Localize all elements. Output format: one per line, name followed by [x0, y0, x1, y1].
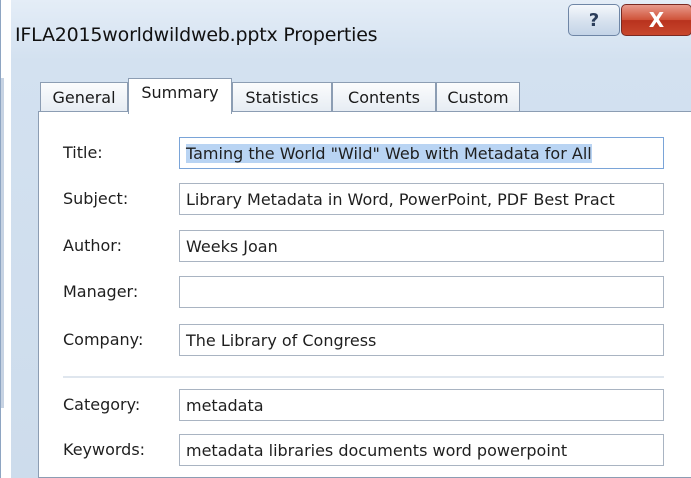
subject-row: Subject: Library Metadata in Word, Power…	[39, 183, 691, 215]
tab-summary[interactable]: Summary	[128, 78, 232, 114]
keywords-row: Keywords: metadata libraries documents w…	[39, 434, 691, 466]
help-button[interactable]: ?	[568, 4, 620, 36]
keywords-label: Keywords:	[63, 440, 146, 459]
author-row: Author: Weeks Joan	[39, 230, 691, 262]
window-title: IFLA2015worldwildweb.pptx Properties	[15, 24, 378, 46]
tab-general[interactable]: General	[40, 82, 128, 112]
category-label: Category:	[63, 395, 141, 414]
help-icon: ?	[588, 9, 600, 31]
title-row: Title: Taming the World "Wild" Web with …	[39, 137, 691, 169]
manager-row: Manager:	[39, 276, 691, 308]
manager-field[interactable]	[179, 276, 664, 308]
author-field[interactable]: Weeks Joan	[179, 230, 664, 262]
title-value: Taming the World "Wild" Web with Metadat…	[186, 143, 592, 163]
background-window-edge	[1, 0, 11, 478]
category-field[interactable]: metadata	[179, 389, 664, 421]
tab-custom[interactable]: Custom	[436, 82, 520, 112]
manager-label: Manager:	[63, 282, 139, 301]
tab-contents[interactable]: Contents	[332, 82, 436, 112]
subject-field[interactable]: Library Metadata in Word, PowerPoint, PD…	[179, 183, 664, 215]
title-label: Title:	[63, 143, 103, 162]
section-divider	[63, 376, 664, 378]
title-field[interactable]: Taming the World "Wild" Web with Metadat…	[179, 137, 664, 169]
close-button[interactable]: X	[621, 4, 691, 36]
close-icon: X	[648, 8, 665, 32]
tab-statistics[interactable]: Statistics	[232, 82, 332, 112]
keywords-field[interactable]: metadata libraries documents word powerp…	[179, 434, 664, 466]
author-label: Author:	[63, 236, 122, 255]
properties-dialog: IFLA2015worldwildweb.pptx Properties ? X…	[0, 0, 691, 478]
subject-label: Subject:	[63, 189, 129, 208]
company-label: Company:	[63, 330, 144, 349]
company-row: Company: The Library of Congress	[39, 324, 691, 356]
company-field[interactable]: The Library of Congress	[179, 324, 664, 356]
summary-panel: Title: Taming the World "Wild" Web with …	[38, 111, 691, 478]
category-row: Category: metadata	[39, 389, 691, 421]
